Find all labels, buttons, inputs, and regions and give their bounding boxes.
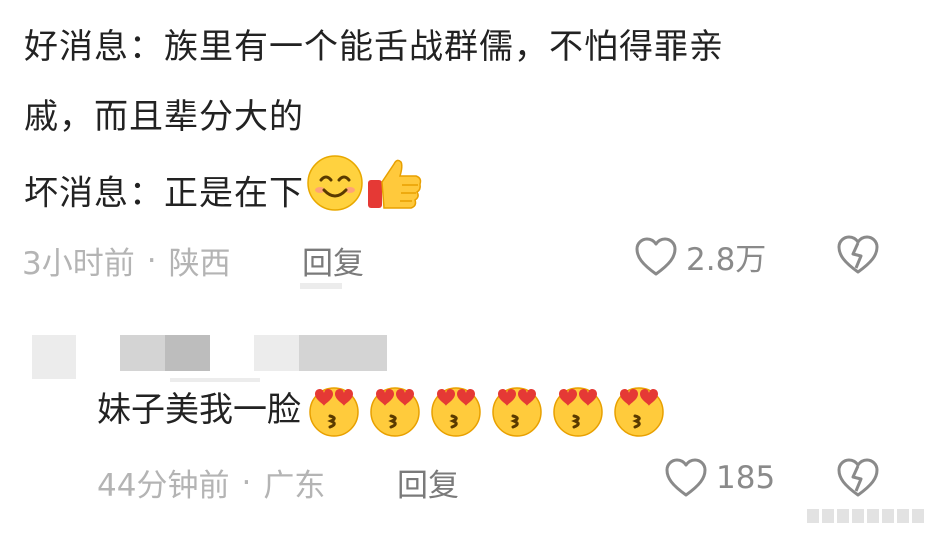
comment-1-line-3: 坏消息：正是在下 xyxy=(24,152,914,222)
heart-outline-icon xyxy=(665,458,707,497)
comment-1-dislike-button[interactable] xyxy=(836,234,880,280)
comment-2-text: 妹子美我一脸 xyxy=(97,382,671,438)
redacted-username-part-3 xyxy=(254,335,299,371)
comment-1-like-count: 2.8万 xyxy=(686,242,767,278)
comment-2-like-count: 185 xyxy=(716,460,776,496)
broken-heart-icon xyxy=(837,458,879,497)
kissing-heart-eyes-emoji-icon xyxy=(309,387,359,437)
kissing-heart-eyes-emoji-icon xyxy=(431,387,481,437)
comment-1-line-1: 好消息：族里有一个能舌战群儒，不怕得罪亲 xyxy=(24,27,724,67)
comment-1-like-button[interactable]: 2.8万 xyxy=(634,234,766,279)
comment-1-reply-button[interactable]: 回复 xyxy=(302,238,364,283)
comment-2-like-button[interactable]: 185 xyxy=(664,457,775,499)
comment-2-meta: 44分钟前 · 广东 xyxy=(97,460,325,505)
kissing-heart-eyes-emoji-icon xyxy=(370,387,420,437)
redacted-username-part-2 xyxy=(165,335,210,371)
comment-2-time: 44分钟前 xyxy=(97,468,230,504)
redacted-username-part-4 xyxy=(299,335,387,371)
comment-1-line-3-text: 坏消息：正是在下 xyxy=(24,173,304,214)
smiling-face-emoji-icon xyxy=(306,154,364,236)
comment-1-separator: · xyxy=(146,242,157,279)
broken-heart-icon xyxy=(837,235,879,274)
comment-2-text-content: 妹子美我一脸 xyxy=(97,390,301,430)
kissing-heart-eyes-emoji-icon xyxy=(553,387,603,437)
comment-2-separator: · xyxy=(241,464,252,501)
heart-outline-icon xyxy=(635,237,677,275)
kissing-heart-eyes-emoji-icon xyxy=(614,387,664,437)
comment-1-line-2: 戚，而且辈分大的 xyxy=(24,97,304,137)
redacted-avatar xyxy=(32,335,76,379)
comment-1-meta: 3小时前 · 陕西 xyxy=(22,238,231,283)
comment-1-time: 3小时前 xyxy=(22,246,135,282)
kissing-heart-eyes-emoji-row xyxy=(305,382,671,438)
comment-2-reply-button[interactable]: 回复 xyxy=(397,460,459,505)
thumbs-up-emoji-icon xyxy=(366,152,424,238)
comment-2-dislike-button[interactable] xyxy=(836,457,880,503)
redaction-strip xyxy=(300,283,342,289)
kissing-heart-eyes-emoji-icon xyxy=(492,387,542,437)
redacted-username-part-1 xyxy=(120,335,165,371)
comment-2-location: 广东 xyxy=(263,468,326,504)
comment-1-location: 陕西 xyxy=(168,246,231,282)
comment-1-text: 好消息：族里有一个能舌战群儒，不怕得罪亲 戚，而且辈分大的 坏消息：正是在下 xyxy=(24,12,914,222)
watermark xyxy=(807,509,924,523)
